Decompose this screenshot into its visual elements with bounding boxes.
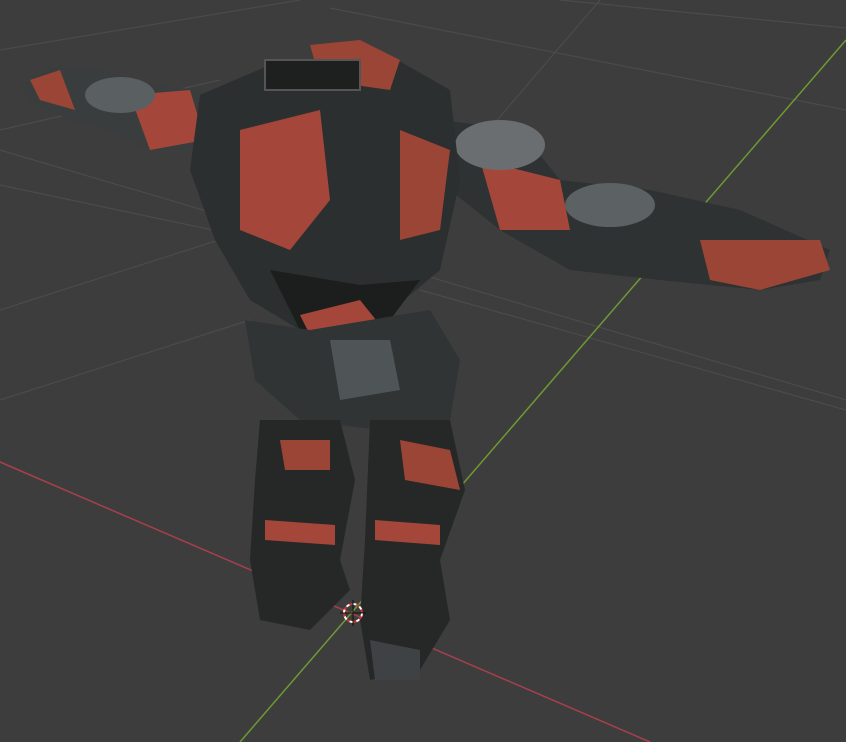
viewport-canvas[interactable] — [0, 0, 846, 742]
robot-model[interactable] — [20, 40, 830, 680]
3d-viewport[interactable] — [0, 0, 846, 742]
